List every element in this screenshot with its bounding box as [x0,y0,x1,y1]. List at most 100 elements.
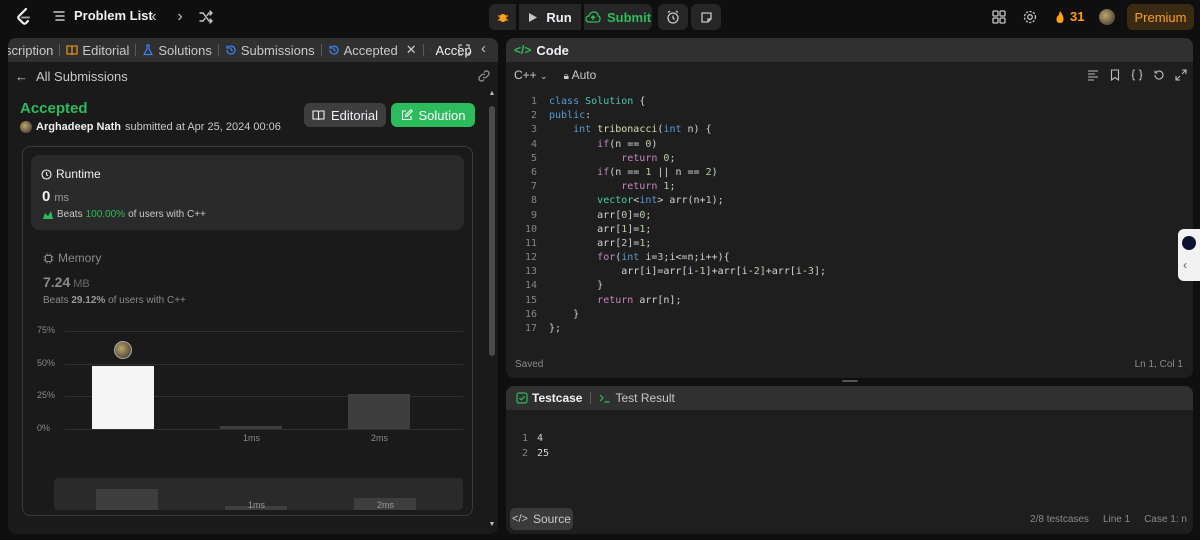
code-line[interactable]: 13 arr[i]=arr[i-1]+arr[i-2]+arr[i-3]; [506,265,1193,279]
code-line[interactable]: 7 return 1; [506,180,1193,194]
auto-mode[interactable]: 🔒︎ Auto [564,68,597,82]
scroll-down-icon[interactable]: ▼ [488,521,496,528]
tab-test-result[interactable]: Test Result [599,391,675,405]
memory-heading[interactable]: Memory [43,251,101,265]
tab-accepted[interactable]: Accepted ✕ [328,38,417,62]
editorial-button[interactable]: Editorial [304,103,386,127]
code-editor[interactable]: 1 class Solution {2 public: 3 int tribonacc… [506,95,1193,336]
code-line[interactable]: 14 } [506,279,1193,293]
tab-submissions[interactable]: Submissions [225,38,315,62]
y-axis-tick: 0% [37,423,51,433]
leetcode-logo-icon[interactable] [13,6,35,28]
source-button[interactable]: </> Source [510,508,573,530]
code-toolbar: C++ ⌄ 🔒︎ Auto [514,68,596,82]
testcase-line[interactable]: 2 25 [506,446,806,461]
code-line[interactable]: 12 for(int i=3;i<=n;i++){ [506,251,1193,265]
list-icon [53,10,65,21]
bookmark-icon[interactable] [1109,69,1121,81]
all-submissions-label: All Submissions [36,69,128,84]
cursor-position: Ln 1, Col 1 [1134,359,1183,370]
code-line[interactable]: 6 if(n == 1 || n == 2) [506,166,1193,180]
test-tab-bar: Testcase Test Result [506,386,1193,410]
code-line[interactable]: 4 if(n == 0) [506,138,1193,152]
distribution-overview[interactable]: 1ms 2ms [54,478,463,510]
premium-button[interactable]: Premium [1127,4,1194,30]
all-submissions-link[interactable]: ← All Submissions [15,69,128,84]
code-line[interactable]: 15 return arr[n]; [506,294,1193,308]
layout-grid-icon[interactable] [991,9,1007,25]
auto-mode-label: Auto [571,68,597,82]
save-status: Saved [515,359,544,370]
line-number: 1 [530,96,537,107]
notes-button[interactable] [691,4,721,30]
code-text: if(n == 1 || n == 2) [597,166,718,178]
problem-list-button[interactable]: Problem List [52,8,153,23]
code-line[interactable]: 9 arr[0]=0; [506,209,1193,223]
gridline [65,331,463,332]
code-line[interactable]: 11 arr[2]=1; [506,237,1193,251]
testcase-line[interactable]: 14 [506,431,806,446]
code-line[interactable]: 8 vector<int> arr(n+1); [506,194,1193,208]
history-icon [226,45,236,55]
tab-solutions[interactable]: Solutions [142,38,212,62]
collapse-chevron-icon[interactable]: ‹ [481,41,486,57]
editorial-button-label: Editorial [331,107,378,123]
braces-icon[interactable] [1131,69,1143,81]
streak-counter[interactable]: 31 [1054,9,1084,24]
testcase-editor[interactable]: 1 4 2 25 [506,431,806,461]
user-position-avatar[interactable] [114,341,132,360]
reset-icon[interactable] [1153,69,1165,81]
submitter-info: Arghadeep Nath submitted at Apr 25, 2024… [20,121,281,133]
timer-button[interactable] [658,4,688,30]
format-icon[interactable] [1087,69,1099,81]
chevron-left-icon[interactable]: ‹ [1183,259,1195,271]
tab-testcase[interactable]: Testcase [516,391,582,405]
checkbox-icon [516,392,528,404]
solution-button-label: Solution [418,107,466,123]
code-line[interactable]: 3 int tribonacci(int n) { [506,123,1193,137]
tab-description[interactable]: scription [8,38,53,62]
tab-editorial[interactable]: Editorial [66,38,129,62]
line-number: 1 [522,433,529,444]
share-link-icon[interactable] [477,69,491,83]
chevron-left-icon[interactable]: ‹ [145,8,163,26]
submit-button[interactable]: Submit [584,4,652,30]
scroll-up-icon[interactable]: ▲ [488,90,496,97]
runtime-beats: Beats 100.00% of users with C++ [42,209,206,220]
fullscreen-icon[interactable] [1175,69,1187,81]
runtime-value-row: 0 ms [42,188,69,205]
fire-icon [1056,10,1064,23]
gear-icon[interactable] [1022,9,1038,25]
distribution-bar[interactable] [348,393,410,429]
code-line[interactable]: 1 class Solution { [506,95,1193,109]
floating-assistant-widget[interactable]: ‹ [1178,229,1200,281]
alarm-clock-icon [667,10,679,24]
chevron-right-icon[interactable]: › [171,8,189,26]
runtime-box[interactable]: Runtime 0 ms Beats 100.00% of users with … [31,155,464,230]
avatar[interactable] [20,121,32,133]
close-icon[interactable]: ✕ [406,42,417,58]
maximize-icon[interactable] [458,44,470,56]
user-avatar[interactable] [1099,9,1115,25]
code-line[interactable]: 10 arr[1]=1; [506,223,1193,237]
code-line[interactable]: 5 return 0; [506,152,1193,166]
username-link[interactable]: Arghadeep Nath [36,121,121,133]
solution-button[interactable]: Solution [391,103,475,127]
code-line[interactable]: 17}; [506,322,1193,336]
note-icon [700,11,712,23]
shuffle-icon[interactable] [197,8,215,26]
distribution-bar[interactable] [92,366,154,429]
distribution-bar[interactable] [220,426,282,429]
line-number: 12 [524,252,537,264]
streak-count: 31 [1070,9,1085,24]
language-value: C++ [514,68,537,82]
code-line[interactable]: 2 public: [506,109,1193,123]
panel-resize-handle[interactable] [842,380,858,382]
debug-button[interactable] [489,4,516,30]
scrollbar-thumb[interactable] [489,106,495,356]
code-line[interactable]: 16 } [506,308,1193,322]
language-select[interactable]: C++ ⌄ [514,68,548,82]
run-button[interactable]: Run [519,4,581,30]
line-number: 14 [524,280,537,292]
bug-icon [497,14,508,22]
